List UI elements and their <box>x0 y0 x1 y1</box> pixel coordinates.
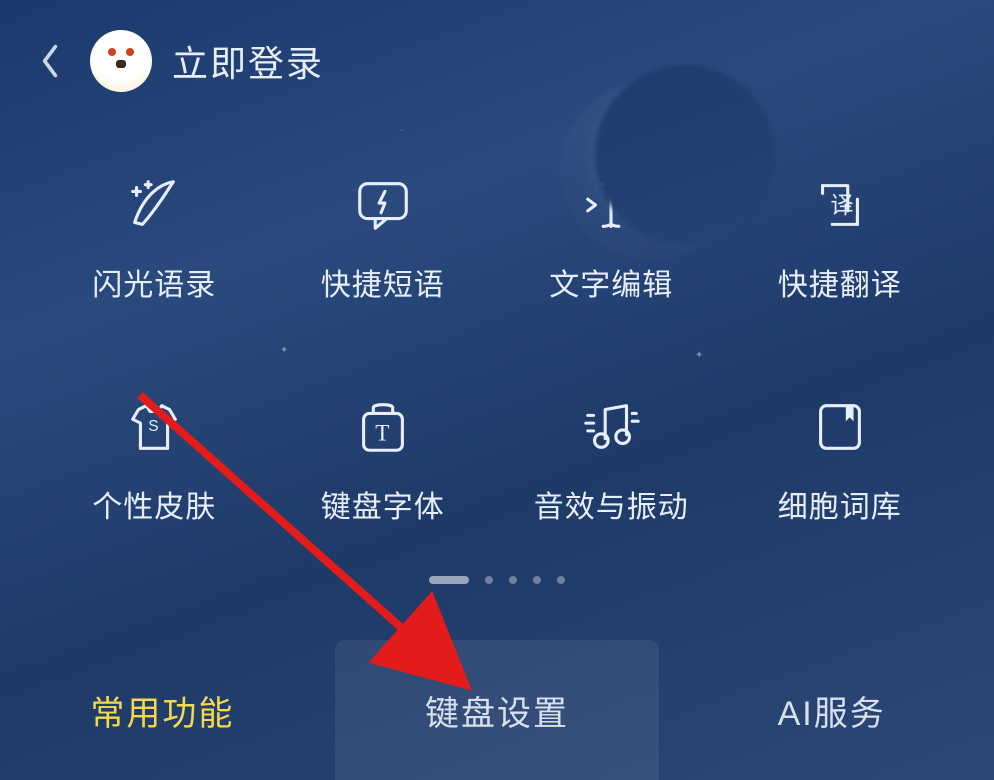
back-button[interactable] <box>30 41 70 81</box>
tab-keyboard-settings[interactable]: 键盘设置 <box>335 640 660 780</box>
translate-icon: 译 <box>807 172 873 238</box>
music-vibrate-icon <box>578 394 644 460</box>
page-dot <box>533 576 541 584</box>
page-dot <box>485 576 493 584</box>
grid-item-sound-vibration[interactable]: 音效与振动 <box>497 394 726 526</box>
svg-text:S: S <box>148 418 158 435</box>
grid-item-flash-quotes[interactable]: 闪光语录 <box>40 172 269 304</box>
chevron-left-icon <box>39 43 61 79</box>
page-dot <box>509 576 517 584</box>
grid-item-keyboard-font[interactable]: T 键盘字体 <box>269 394 498 526</box>
svg-text:译: 译 <box>830 192 853 218</box>
grid-item-label: 快捷短语 <box>321 260 445 304</box>
text-cursor-icon <box>578 172 644 238</box>
bottom-tabs: 常用功能 键盘设置 AI服务 <box>0 640 994 780</box>
grid-item-label: 闪光语录 <box>92 260 216 304</box>
header: 立即登录 <box>0 0 994 92</box>
grid-item-label: 细胞词库 <box>778 482 902 526</box>
page-dot <box>557 576 565 584</box>
grid-item-label: 音效与振动 <box>534 482 689 526</box>
grid-item-label: 个性皮肤 <box>92 482 216 526</box>
feather-sparkle-icon <box>121 172 187 238</box>
grid-item-skins[interactable]: S 个性皮肤 <box>40 394 269 526</box>
avatar[interactable] <box>90 30 152 92</box>
grid-item-label: 文字编辑 <box>549 260 673 304</box>
chat-bolt-icon <box>350 172 416 238</box>
page-indicator <box>0 576 994 584</box>
login-link[interactable]: 立即登录 <box>172 35 324 87</box>
feature-grid: 闪光语录 快捷短语 文字编辑 译 快捷翻译 S 个性皮肤 T 键盘字体 <box>0 172 994 526</box>
svg-text:T: T <box>375 421 389 447</box>
grid-item-quick-translate[interactable]: 译 快捷翻译 <box>726 172 955 304</box>
font-bag-icon: T <box>350 394 416 460</box>
tab-ai-services[interactable]: AI服务 <box>669 640 994 780</box>
grid-item-cell-dictionary[interactable]: 细胞词库 <box>726 394 955 526</box>
grid-item-text-edit[interactable]: 文字编辑 <box>497 172 726 304</box>
dictionary-icon <box>807 394 873 460</box>
page-dot-active <box>429 576 469 584</box>
grid-item-label: 键盘字体 <box>321 482 445 526</box>
grid-item-quick-phrases[interactable]: 快捷短语 <box>269 172 498 304</box>
grid-item-label: 快捷翻译 <box>778 260 902 304</box>
shirt-icon: S <box>121 394 187 460</box>
tab-common-functions[interactable]: 常用功能 <box>0 640 325 780</box>
